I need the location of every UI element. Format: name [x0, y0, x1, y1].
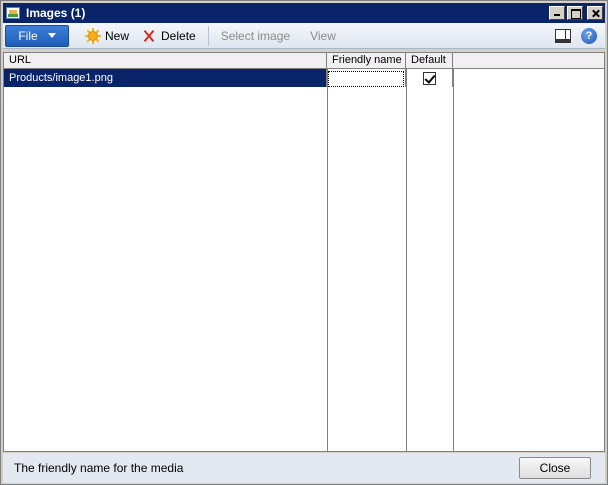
friendly-name-cell[interactable] [327, 69, 406, 87]
filler-cell [453, 69, 604, 87]
close-window-icon[interactable] [587, 6, 603, 20]
minimize-icon[interactable] [549, 6, 565, 20]
table-row[interactable]: Products/image1.png [4, 69, 604, 87]
chevron-down-icon [47, 33, 56, 38]
column-divider [453, 69, 454, 451]
images-window: Images (1) File New Delete Select image … [0, 0, 608, 485]
column-divider [406, 69, 407, 451]
column-divider [327, 69, 328, 451]
status-bar: The friendly name for the media Close [3, 453, 605, 483]
window-controls [549, 6, 603, 20]
status-text: The friendly name for the media [14, 461, 184, 475]
toolbar: File New Delete Select image View ? [3, 23, 605, 49]
grid-header: URL Friendly name Default [4, 53, 604, 69]
file-menu-button[interactable]: File [5, 24, 69, 47]
delete-x-icon [141, 28, 157, 44]
toolbar-right: ? [555, 27, 597, 44]
column-header-filler [453, 53, 604, 68]
help-icon[interactable]: ? [581, 27, 597, 44]
delete-button[interactable]: Delete [135, 25, 202, 47]
window-title: Images (1) [26, 6, 86, 20]
select-image-label: Select image [220, 28, 291, 43]
url-cell[interactable]: Products/image1.png [4, 69, 327, 87]
images-app-icon [6, 5, 22, 21]
default-checkbox[interactable] [422, 71, 436, 85]
close-button[interactable]: Close [519, 457, 591, 479]
column-header-default[interactable]: Default [406, 53, 453, 68]
view-button[interactable]: View [304, 25, 342, 47]
maximize-icon[interactable] [567, 6, 583, 20]
layout-icon[interactable] [555, 28, 571, 43]
file-menu-label: File [18, 28, 38, 43]
default-cell[interactable] [406, 69, 453, 87]
new-button[interactable]: New [79, 25, 135, 47]
column-header-friendly-name[interactable]: Friendly name [327, 53, 406, 68]
images-grid: URL Friendly name Default Products/image… [3, 52, 605, 452]
view-label: View [310, 28, 336, 43]
select-image-button[interactable]: Select image [215, 25, 296, 47]
new-sun-icon [85, 27, 101, 44]
delete-label: Delete [161, 28, 196, 43]
toolbar-separator [207, 25, 209, 46]
new-label: New [105, 28, 130, 43]
title-bar: Images (1) [3, 3, 605, 23]
column-header-url[interactable]: URL [4, 53, 327, 68]
friendly-name-field[interactable] [328, 71, 404, 87]
